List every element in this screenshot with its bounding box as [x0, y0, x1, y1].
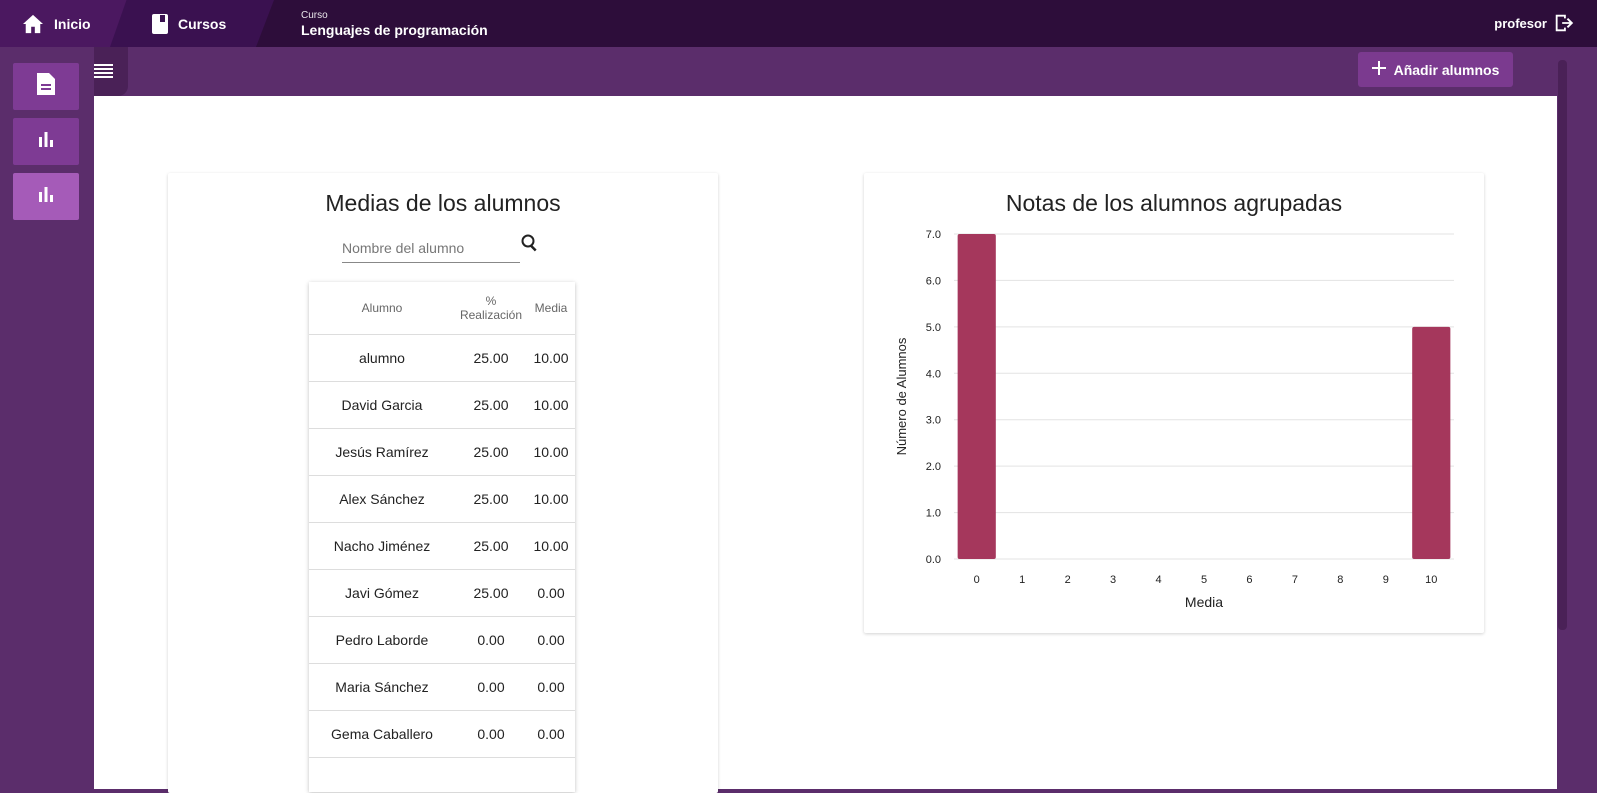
logout-icon[interactable]	[1553, 12, 1575, 39]
completion-value: 0.00	[477, 679, 505, 695]
student-name: Javi Gómez	[345, 585, 419, 601]
user-name: profesor	[1494, 16, 1547, 31]
bar-0[interactable]	[957, 234, 996, 559]
grades-bar-chart: 0.0 1.0 2.0 3.0 4.0 5.0 6.0 7.0 0 1 2 3 4 5 6 7 8 9 10 Me…	[894, 229, 1454, 610]
y-tick-label: 7.0	[926, 229, 941, 241]
breadcrumb-home[interactable]: Inicio	[0, 0, 128, 47]
grouped-grades-card: Notas de los alumnos agrupadas 0.0 1.0 2.0…	[864, 173, 1484, 633]
sidebar-stats-button[interactable]	[13, 118, 79, 165]
x-tick-label: 4	[1155, 574, 1161, 586]
y-axis-label: Número de Alumnos	[894, 337, 909, 455]
sidebar-document-button[interactable]	[13, 63, 79, 110]
average-value: 10.00	[533, 444, 569, 460]
add-students-label: Añadir alumnos	[1393, 61, 1500, 78]
table-row[interactable]: Alex Sánchez 25.00 10.00	[309, 476, 575, 523]
completion-value: 25.00	[473, 397, 509, 413]
bar-chart-icon	[38, 131, 54, 152]
average-value: 10.00	[533, 350, 569, 366]
student-name: Gema Caballero	[331, 726, 433, 742]
y-tick-label: 1.0	[926, 508, 941, 520]
student-name: Pedro Laborde	[335, 632, 429, 648]
x-tick-label: 9	[1383, 574, 1389, 586]
y-tick-label: 4.0	[926, 368, 941, 380]
search-icon[interactable]	[520, 233, 540, 258]
table-row[interactable]: Javi Gómez 25.00 0.00	[309, 570, 575, 617]
table-row[interactable]: David Garcia 25.00 10.00	[309, 382, 575, 429]
average-value: 10.00	[533, 397, 569, 413]
x-tick-label: 7	[1292, 574, 1298, 586]
sidebar	[0, 47, 94, 789]
search-input[interactable]	[342, 240, 520, 256]
x-tick-label: 3	[1110, 574, 1116, 586]
breadcrumb-home-label: Inicio	[54, 15, 91, 32]
bar-chart-icon	[38, 186, 54, 207]
home-icon	[22, 14, 44, 34]
table-row[interactable]: Nacho Jiménez 25.00 10.00	[309, 523, 575, 570]
table-row[interactable]: Pedro Laborde 0.00 0.00	[309, 617, 575, 664]
completion-value: 25.00	[473, 444, 509, 460]
top-bar: Inicio Cursos Curso Lenguajes de program…	[0, 0, 1597, 47]
average-value: 0.00	[537, 679, 565, 695]
sidebar-grades-button[interactable]	[13, 173, 79, 220]
completion-value: 0.00	[477, 726, 505, 742]
completion-value: 25.00	[473, 538, 509, 554]
y-tick-label: 0.0	[926, 554, 941, 566]
scrollbar-thumb[interactable]	[1558, 60, 1567, 630]
completion-value: 25.00	[473, 350, 509, 366]
column-header[interactable]: % Realización	[455, 294, 527, 322]
column-header[interactable]: Media	[527, 301, 575, 315]
student-name: alumno	[359, 350, 405, 366]
x-tick-label: 5	[1201, 574, 1207, 586]
x-tick-label: 10	[1425, 574, 1437, 586]
breadcrumb-course: Curso Lenguajes de programación	[256, 0, 556, 47]
x-axis-label: Media	[1185, 594, 1223, 610]
table-row[interactable]: alumno 25.00 10.00	[309, 335, 575, 382]
x-tick-label: 1	[1019, 574, 1025, 586]
plus-icon	[1371, 61, 1386, 78]
student-name: David Garcia	[341, 397, 423, 413]
bar-10[interactable]	[1412, 326, 1451, 559]
document-icon	[37, 73, 55, 100]
book-icon	[152, 13, 168, 34]
student-name: Maria Sánchez	[335, 679, 429, 695]
table-row[interactable]: Jesús Ramírez 25.00 10.00	[309, 429, 575, 476]
breadcrumb-courses-label: Cursos	[178, 15, 227, 32]
sub-toolbar	[94, 47, 1557, 96]
add-students-button[interactable]: Añadir alumnos	[1358, 52, 1513, 87]
menu-icon[interactable]	[92, 60, 114, 82]
average-value: 10.00	[533, 538, 569, 554]
average-value: 10.00	[533, 491, 569, 507]
x-tick-label: 6	[1246, 574, 1252, 586]
y-tick-label: 2.0	[926, 461, 941, 473]
breadcrumb-course-name: Lenguajes de programación	[301, 21, 488, 38]
completion-value: 25.00	[473, 491, 509, 507]
completion-value: 25.00	[473, 585, 509, 601]
y-tick-label: 3.0	[926, 415, 941, 427]
breadcrumb-courses[interactable]: Cursos	[110, 0, 275, 47]
table-header: Alumno % Realización Media	[309, 282, 575, 335]
table-row[interactable]: Maria Sánchez 0.00 0.00	[309, 664, 575, 711]
y-tick-label: 6.0	[926, 275, 941, 287]
completion-value: 0.00	[477, 632, 505, 648]
student-search	[342, 235, 520, 263]
breadcrumb-course-caption: Curso	[301, 9, 328, 21]
table-row[interactable]: Gema Caballero 0.00 0.00	[309, 711, 575, 758]
averages-title: Medias de los alumnos	[325, 190, 561, 216]
student-name: Jesús Ramírez	[335, 444, 429, 460]
averages-table: Alumno % Realización Media alumno 25.00 …	[309, 282, 575, 792]
x-tick-label: 8	[1337, 574, 1343, 586]
x-tick-label: 0	[974, 574, 980, 586]
y-tick-label: 5.0	[926, 322, 941, 334]
average-value: 0.00	[537, 726, 565, 742]
x-tick-label: 2	[1065, 574, 1071, 586]
average-value: 0.00	[537, 585, 565, 601]
column-header[interactable]: Alumno	[309, 301, 455, 315]
student-name: Alex Sánchez	[339, 491, 425, 507]
average-value: 0.00	[537, 632, 565, 648]
student-name: Nacho Jiménez	[333, 538, 431, 554]
